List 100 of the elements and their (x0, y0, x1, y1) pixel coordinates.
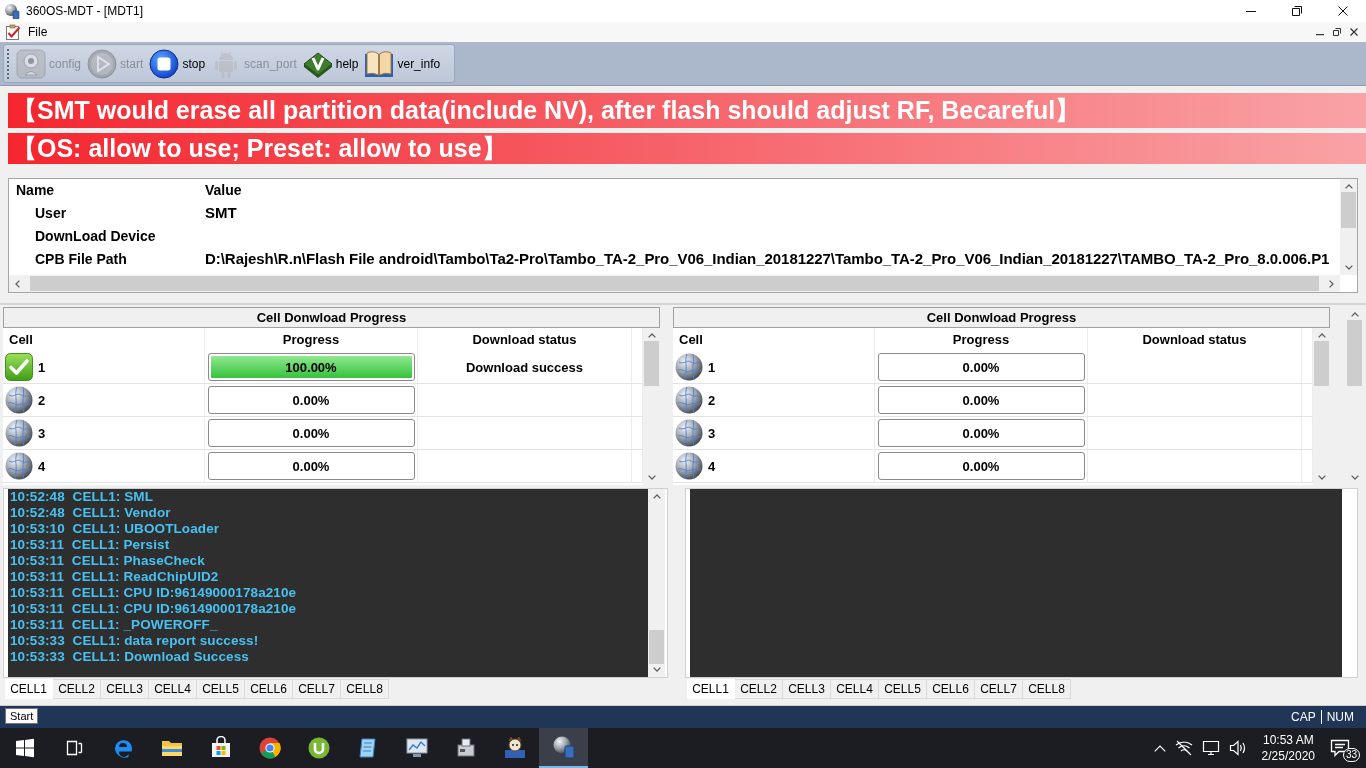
progress-text: 0.00% (292, 425, 330, 441)
property-value: SMT (205, 204, 238, 221)
tab[interactable]: CELL8 (1023, 679, 1071, 699)
warning-banner: 【OS: allow to use; Preset: allow to use】 (8, 133, 1366, 164)
cell-number: 4 (708, 458, 716, 474)
status-indicator: CAP (1290, 710, 1317, 724)
status-text: Download success (465, 359, 583, 375)
property-name: DownLoad Device (34, 227, 157, 244)
property-value: D:\Rajesh\R.n\Flash File android\Tambo\Ta2-Pro\Tambo_TA-2_Pro_V06_Indian_20181227\Tambo_TA-2_Pro_V06_Indian_20181227\TAMBO_TA-2_Pro_8.0.006.P1 (205, 250, 1331, 267)
panel-title: Cell Donwload Progress (3, 307, 660, 328)
globe-device-icon (551, 735, 576, 759)
tab[interactable]: CELL2 (735, 679, 783, 699)
chevron-down-icon[interactable] (1317, 475, 1326, 480)
globe-device-icon (4, 3, 20, 19)
log-line: 10:53:11 CELL1: Persist (10, 537, 171, 553)
log-line: 10:53:10 CELL1: UBOOTLoader (10, 521, 221, 537)
cell-number: 2 (708, 392, 716, 408)
scroll-thumb[interactable] (644, 341, 659, 386)
menu-item[interactable]: File (28, 25, 48, 39)
progress-text: 0.00% (962, 458, 1000, 474)
toolbar-button[interactable]: stop (146, 45, 209, 82)
log-line: 10:53:11 CELL1: ReadChipUID2 (10, 569, 220, 585)
log-line: 10:53:33 CELL1: Download Success (10, 649, 250, 665)
column-header: Progress (952, 332, 1010, 347)
globe-icon (675, 419, 703, 447)
chevron-down-icon[interactable] (647, 475, 656, 480)
tab[interactable]: CELL4 (149, 679, 197, 699)
scroll-thumb[interactable] (1314, 341, 1329, 386)
column-header: Value (205, 182, 243, 198)
column-header: Name (16, 182, 56, 198)
chevron-down-icon[interactable] (1344, 265, 1353, 270)
scroll-thumb[interactable] (1341, 192, 1356, 228)
cell-number: 2 (38, 392, 46, 408)
tab[interactable]: CELL2 (53, 679, 101, 699)
globe-icon (675, 386, 703, 414)
progress-text: 0.00% (292, 392, 330, 408)
column-header: Download status (1142, 332, 1247, 347)
scrollbar[interactable] (648, 489, 665, 677)
tab[interactable]: CELL3 (783, 679, 831, 699)
tab[interactable]: CELL1 (687, 679, 735, 699)
circle-badge-icon (306, 736, 331, 760)
tab[interactable]: CELL6 (927, 679, 975, 699)
progress-text: 100.00% (285, 359, 337, 375)
progress-text: 0.00% (962, 359, 1000, 375)
cell-number: 4 (38, 458, 46, 474)
progress-text: 0.00% (962, 425, 1000, 441)
tab[interactable]: CELL6 (245, 679, 293, 699)
close-icon[interactable] (1350, 28, 1358, 36)
clock-date[interactable]: 2/25/2020 (1261, 748, 1315, 764)
globe-icon (675, 452, 703, 480)
tab[interactable]: CELL1 (5, 679, 53, 699)
tab[interactable]: CELL5 (197, 679, 245, 699)
scrollbar[interactable] (1340, 179, 1357, 275)
clock-time[interactable]: 10:53 AM (1262, 732, 1314, 748)
globe-icon (675, 353, 703, 381)
character-icon (502, 736, 527, 760)
circle-logo-icon (257, 736, 282, 760)
log-line: 10:53:33 CELL1: data report success! (10, 633, 260, 649)
tab[interactable]: CELL3 (101, 679, 149, 699)
tooltip: Start (5, 708, 39, 724)
network-off-icon[interactable] (1174, 740, 1193, 756)
log-line: 10:53:11 CELL1: CPU ID:96149000178a210e (10, 601, 298, 617)
restore-icon[interactable] (1333, 28, 1341, 36)
scroll-thumb[interactable] (1347, 320, 1362, 386)
close-icon[interactable] (1338, 6, 1348, 16)
chevron-right-icon[interactable] (1329, 279, 1334, 288)
cell-number: 3 (38, 425, 46, 441)
column-header: Cell (9, 332, 33, 347)
play-icon (87, 48, 118, 79)
monitor-chart-icon (404, 736, 429, 760)
column-header: Download status (472, 332, 577, 347)
taskbar-button[interactable] (539, 728, 588, 768)
cell-number: 1 (708, 359, 716, 375)
tab[interactable]: CELL7 (975, 679, 1023, 699)
chevron-down-icon[interactable] (652, 667, 661, 672)
window-title: 360OS-MDT - [MDT1] (26, 4, 144, 18)
scroll-thumb[interactable] (649, 630, 664, 664)
log-line: 10:53:11 CELL1: PhaseCheck (10, 553, 206, 569)
book-icon (364, 48, 395, 79)
log-line: 10:52:48 CELL1: Vendor (10, 505, 172, 521)
tab[interactable]: CELL5 (879, 679, 927, 699)
chevron-left-icon[interactable] (15, 279, 20, 288)
progress-text: 0.00% (962, 392, 1000, 408)
monitor-icon[interactable] (1201, 740, 1220, 756)
status-indicator: NUM (1320, 710, 1359, 724)
notification-count: 33 (1342, 748, 1360, 762)
tab[interactable]: CELL7 (293, 679, 341, 699)
minimize-icon[interactable] (1246, 10, 1256, 12)
globe-icon (5, 386, 33, 414)
chevron-down-icon[interactable] (1350, 475, 1359, 480)
webcam-icon (16, 48, 46, 79)
log-line: 10:53:11 CELL1: _POWEROFF_ (10, 617, 219, 633)
speaker-icon[interactable] (1228, 740, 1247, 756)
cell-number: 1 (38, 359, 46, 375)
tab[interactable]: CELL4 (831, 679, 879, 699)
restore-icon[interactable] (1292, 6, 1302, 16)
tab[interactable]: CELL8 (341, 679, 389, 699)
toolbar-button[interactable]: help (299, 45, 362, 82)
property-name: User (34, 204, 68, 221)
toolbar-button[interactable]: ver_info (361, 45, 444, 82)
